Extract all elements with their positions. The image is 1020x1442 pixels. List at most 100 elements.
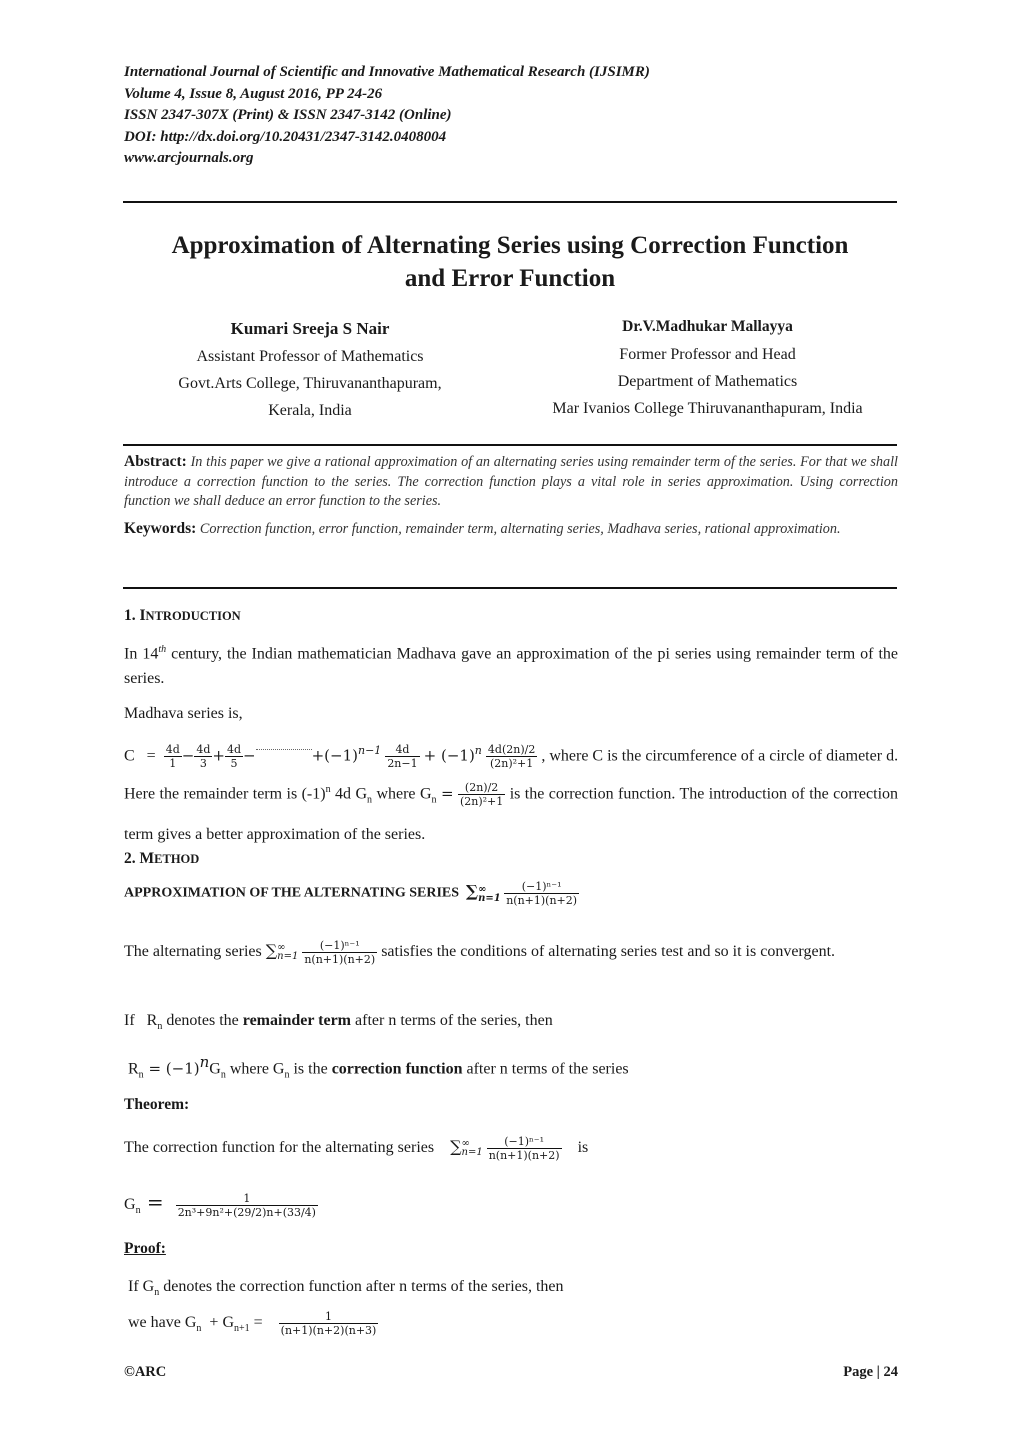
text: where G [372, 785, 432, 803]
numerator: 4d [165, 743, 180, 757]
author-affiliation: Govt.Arts College, Thiruvananthapuram, [178, 375, 442, 392]
text: denotes the correction function after n … [159, 1278, 564, 1295]
journal-doi[interactable]: DOI: http://dx.doi.org/10.20431/2347-314… [124, 127, 650, 149]
keywords-text: Correction function, error function, rem… [199, 520, 841, 537]
exponent: n [474, 744, 482, 757]
text: + G [201, 1314, 234, 1331]
exponent: n−1 [357, 744, 382, 757]
text: If R [124, 1012, 158, 1029]
numerator: 1 [325, 1309, 332, 1323]
text: is [577, 1139, 589, 1156]
sum-limits: ∞ n=1 [461, 1139, 483, 1159]
author-affiliation: Assistant Professor of Mathematics [196, 348, 424, 365]
denominator: 2n−1 [385, 756, 420, 771]
heading-initial: M [139, 850, 155, 867]
superscript: th [158, 644, 167, 655]
correction-function-formula: Gn = 1 2n³+9n²+(29/2)n+(33/4) [124, 1182, 318, 1231]
journal-volume: Volume 4, Issue 8, August 2016, PP 24-26 [124, 85, 383, 102]
fraction: (−1)ⁿ⁻¹ n(n+1)(n+2) [302, 938, 378, 966]
bold-term: remainder term [242, 1012, 352, 1029]
abstract-bottom-divider [123, 587, 897, 589]
sigma-symbol: ∑ [466, 881, 479, 901]
lower-limit: n=1 [478, 892, 501, 904]
journal-issn: ISSN 2347-307X (Print) & ISSN 2347-3142 … [124, 107, 452, 123]
fraction: 4d 3 [194, 743, 213, 770]
theorem-label: Theorem: [124, 1096, 190, 1113]
theorem-statement: The correction function for the alternat… [124, 1130, 588, 1165]
fraction: 1 2n³+9n²+(29/2)n+(33/4) [175, 1191, 318, 1219]
text: denotes the [162, 1012, 243, 1029]
journal-name: International Journal of Scientific and … [124, 64, 650, 80]
title-line-2: and Error Function [404, 265, 616, 292]
method-paragraph-2: If Rn denotes the remainder term after n… [124, 1008, 553, 1039]
proof-label: Proof: [124, 1240, 166, 1257]
denominator: 5 [224, 756, 244, 770]
ellipsis-dots [255, 749, 312, 751]
section-heading-introduction: 1. INTRODUCTION [124, 607, 241, 625]
journal-header: International Journal of Scientific and … [124, 62, 650, 170]
abstract-label: Abstract: [124, 453, 187, 470]
header-divider [123, 201, 897, 203]
text: R [128, 1060, 139, 1078]
sum-limits: ∞ n=1 [277, 943, 298, 962]
text: century, the Indian mathematician Madhav… [124, 645, 899, 688]
title-line-1: Approximation of Alternating Series usin… [171, 232, 849, 259]
fraction: (2n)/2 (2n)²+1 [457, 781, 506, 809]
author-name: Kumari Sreeja S Nair [230, 319, 390, 338]
text: we have G [128, 1314, 197, 1331]
page-footer: ©ARC Page | 24 [124, 1364, 898, 1381]
abstract-top-divider [123, 444, 897, 446]
fraction: 1 (n+1)(n+2)(n+3) [278, 1309, 379, 1337]
denominator: n(n+1)(n+2) [504, 893, 580, 907]
paper-title: Approximation of Alternating Series usin… [110, 229, 910, 295]
denominator: 1 [163, 756, 182, 770]
proof-equation: we have Gn + Gn+1 = 1 (n+1)(n+2)(n+3) [128, 1306, 379, 1346]
text: 4d G [330, 785, 368, 803]
fraction: 4d 1 [163, 743, 182, 770]
copyright: ©ARC [124, 1364, 167, 1380]
subscript: n+1 [234, 1323, 250, 1335]
text: after n terms of the series [462, 1060, 629, 1078]
equals-sign: = [249, 1314, 263, 1331]
lower-limit: n=1 [461, 1147, 483, 1159]
denominator: 2n³+9n²+(29/2)n+(33/4) [175, 1204, 318, 1219]
section-number: 1. [124, 607, 140, 624]
heading-rest: ETHOD [154, 852, 200, 866]
numerator: 1 [243, 1191, 251, 1205]
numerator: (2n)/2 [464, 781, 499, 795]
remainder-equation: Rn = (−1)nGn where Gn is the correction … [128, 1050, 629, 1088]
proof-paragraph-1: If Gn denotes the correction function af… [128, 1274, 564, 1305]
heading-rest: NTRODUCTION [145, 609, 241, 623]
numerator: 4d [395, 743, 410, 757]
text: after n terms of the series, then [351, 1012, 553, 1029]
sum-limits: ∞ n=1 [478, 884, 501, 904]
author-1: Kumari Sreeja S Nair Assistant Professor… [150, 315, 470, 424]
sigma-symbol: ∑ [265, 941, 278, 960]
journal-website[interactable]: www.arcjournals.org [124, 148, 650, 170]
denominator: (2n)²+1 [457, 794, 506, 809]
sigma-symbol: ∑ [450, 1137, 462, 1156]
denominator: 3 [194, 756, 213, 770]
equals-sign: = [140, 1190, 164, 1214]
numerator: (−1)ⁿ⁻¹ [521, 880, 562, 893]
fraction: 4d 5 [224, 743, 244, 770]
author-affiliation: Department of Mathematics [617, 373, 798, 390]
denominator: (n+1)(n+2)(n+3) [278, 1322, 379, 1337]
abstract-text: In this paper we give a rational approxi… [124, 454, 898, 509]
bold-term: correction function [331, 1060, 463, 1078]
keywords: Keywords: Correction function, error fun… [124, 519, 898, 540]
keywords-label: Keywords: [124, 519, 197, 537]
equation-part: = (−1) [143, 1059, 200, 1078]
abstract: Abstract: In this paper we give a ration… [124, 452, 898, 512]
text: G [124, 1196, 136, 1213]
fraction: 4d 2n−1 [385, 743, 420, 771]
denominator: (2n)²+1 [485, 756, 538, 770]
author-affiliation: Mar Ivanios College Thiruvananthapuram, … [552, 400, 863, 417]
equation-lhs: C = [124, 747, 156, 765]
subscript: n [431, 794, 437, 806]
numerator: 4d [196, 743, 211, 757]
text: where G [225, 1060, 285, 1078]
method-paragraph-1: The alternating series ∑ ∞ n=1 (−1)ⁿ⁻¹ n(n+… [124, 934, 898, 969]
section-number: 2. [124, 850, 140, 867]
numerator: (−1)ⁿ⁻¹ [319, 938, 360, 952]
